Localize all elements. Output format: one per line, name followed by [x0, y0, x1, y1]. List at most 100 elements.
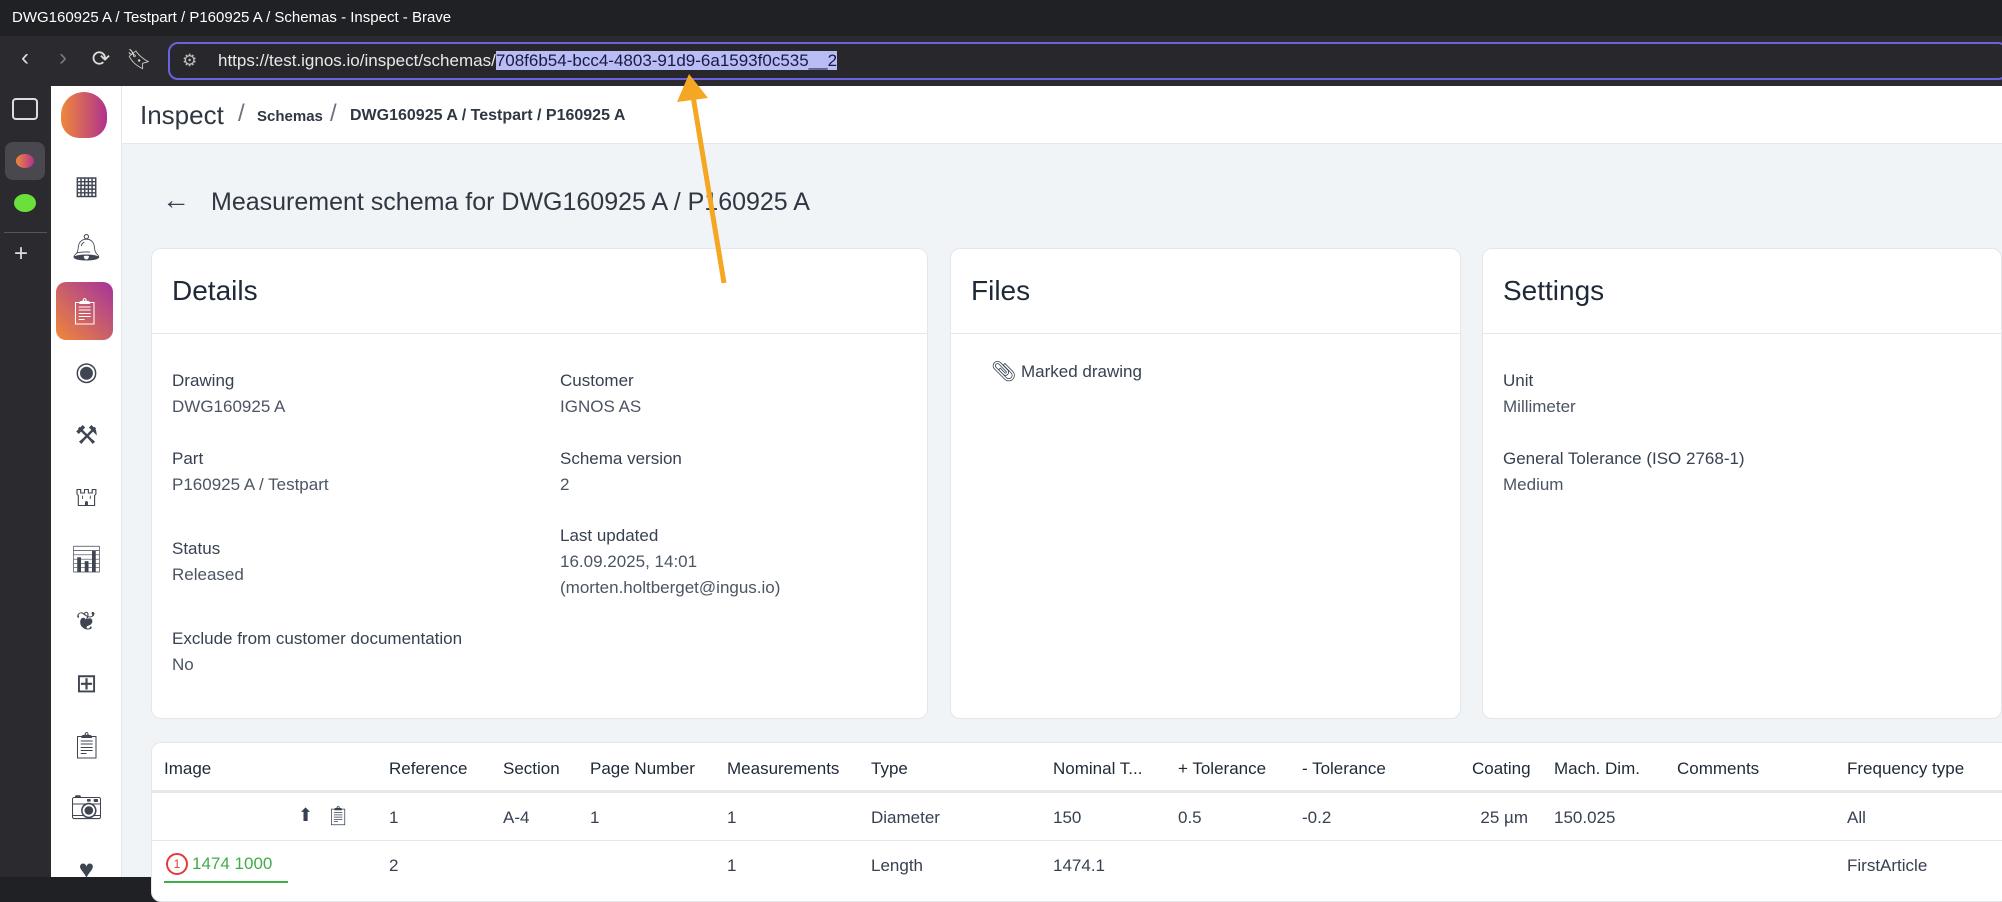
table-row[interactable]: ⬆︎ 📋︎ 1 A-4 1 1 Diameter 150 0.5 -0.2 25…: [152, 793, 2002, 841]
tab-web-icon[interactable]: [14, 194, 36, 212]
cell: 0.5: [1178, 808, 1202, 827]
field-label: Schema version: [560, 449, 682, 468]
health-icon[interactable]: ♥: [51, 854, 122, 885]
field-value: 2: [560, 475, 570, 494]
image-thumbnail[interactable]: 1474 1000: [192, 854, 272, 874]
field-value: No: [172, 655, 194, 674]
cell: Length: [871, 856, 923, 875]
col-coating[interactable]: Coating: [1472, 759, 1531, 779]
reload-icon[interactable]: ⟳: [86, 46, 116, 72]
caliper-icon[interactable]: ⚒: [51, 420, 122, 451]
add-icon[interactable]: +: [14, 240, 28, 268]
field-value: IGNOS AS: [560, 397, 642, 416]
col-page-number[interactable]: Page Number: [590, 759, 695, 779]
card-title: Files: [951, 249, 1460, 334]
attachment-icon: 📎︎: [991, 361, 1017, 383]
breadcrumb-schemas[interactable]: Schemas: [257, 108, 323, 125]
window-title: DWG160925 A / Testpart / P160925 A / Sch…: [0, 0, 2002, 36]
main-area: Inspect / Schemas / DWG160925 A / Testpa…: [122, 86, 2002, 902]
divider: [4, 232, 47, 233]
field-value: Millimeter: [1503, 397, 1576, 416]
details-card: Details Drawing DWG160925 A Customer IGN…: [151, 248, 928, 719]
col-frequency-type[interactable]: Frequency type: [1847, 759, 1964, 779]
page-title: Measurement schema for DWG160925 A / P16…: [211, 188, 810, 216]
browser-toolbar: ‹ › ⟳ 🔖︎ ⚙ https://test.ignos.io/inspect…: [0, 36, 2002, 86]
app-name[interactable]: Inspect: [140, 100, 224, 131]
clipboard-icon[interactable]: 📋︎: [326, 804, 350, 828]
field-value: Medium: [1503, 475, 1564, 494]
field-label: Exclude from customer documentation: [172, 629, 463, 648]
cell: 25 µm: [1480, 808, 1528, 827]
cell: 2: [389, 856, 399, 875]
col-type[interactable]: Type: [871, 759, 908, 779]
breadcrumb-separator: /: [330, 100, 337, 127]
cell: 1474.1: [1053, 856, 1105, 875]
url-selected: 708f6b54-bcc4-4803-91d9-6a1593f0c535__2: [495, 51, 838, 70]
col-section[interactable]: Section: [503, 759, 560, 779]
settings-card: Settings Unit Millimeter General Toleran…: [1482, 248, 2002, 719]
bell-icon[interactable]: 🔔︎: [51, 232, 122, 263]
col-comments[interactable]: Comments: [1677, 759, 1759, 779]
card-title: Settings: [1483, 249, 2001, 334]
field-label: Status: [172, 539, 221, 558]
table-header: Image Reference Section Page Number Meas…: [152, 743, 2002, 793]
add-apps-icon[interactable]: ⊞: [51, 668, 122, 699]
upload-image-icon[interactable]: ⬆︎: [298, 805, 313, 826]
ignos-logo: [61, 92, 107, 138]
site-settings-icon[interactable]: ⚙: [182, 44, 197, 78]
field-value: (morten.holtberget@ingus.io): [560, 578, 781, 597]
col-reference[interactable]: Reference: [389, 759, 467, 779]
camera-icon[interactable]: 📷︎: [51, 792, 122, 823]
cell: -0.2: [1302, 808, 1332, 827]
table-row[interactable]: 1 1474 1000 2 1 Length 1474.1 FirstArtic…: [152, 841, 2002, 889]
field-value: DWG160925 A: [172, 397, 286, 416]
cell: 1: [590, 808, 600, 827]
col-mach-dim[interactable]: Mach. Dim.: [1554, 759, 1640, 779]
cell: Diameter: [871, 808, 940, 827]
tab-ignos[interactable]: [5, 142, 45, 180]
field-value: Released: [172, 565, 244, 584]
field-label: Drawing: [172, 371, 235, 390]
col-nominal[interactable]: Nominal T...: [1053, 759, 1142, 779]
browser-sidebar: +: [0, 86, 51, 877]
file-link[interactable]: Marked drawing: [1021, 362, 1142, 382]
col-image[interactable]: Image: [164, 759, 211, 779]
sprout-icon[interactable]: ❦: [51, 606, 122, 637]
resources-icon[interactable]: ◉: [51, 356, 122, 387]
app-sidebar: ▦ 🔔︎ 📋︎ ◉ ⚒ ⛫ 📊︎ ❦ ⊞ 📋︎ 📷︎ ♥: [51, 86, 122, 884]
measurements-table: Image Reference Section Page Number Meas…: [151, 742, 2002, 902]
chart-icon[interactable]: 📊︎: [51, 544, 122, 575]
col-measurements[interactable]: Measurements: [727, 759, 839, 779]
sidebar-toggle-icon[interactable]: [12, 98, 38, 120]
cell: FirstArticle: [1847, 856, 1928, 875]
app-header: Inspect / Schemas / DWG160925 A / Testpa…: [122, 86, 2002, 144]
forward-icon[interactable]: ›: [48, 44, 78, 72]
back-icon[interactable]: ‹: [10, 44, 40, 72]
back-arrow-icon[interactable]: ←: [162, 184, 190, 216]
field-label: Unit: [1503, 371, 1534, 390]
cell: 1: [389, 808, 399, 827]
url-bar[interactable]: ⚙ https://test.ignos.io/inspect/schemas/…: [168, 42, 2002, 80]
cell: 150.025: [1554, 808, 1616, 827]
bookmark-icon[interactable]: 🔖︎: [124, 47, 154, 72]
col-plus-tolerance[interactable]: + Tolerance: [1178, 759, 1266, 779]
breadcrumb-current: DWG160925 A / Testpart / P160925 A: [350, 107, 626, 124]
breadcrumb-separator: /: [238, 100, 245, 127]
cell: A-4: [503, 808, 530, 827]
inspect-nav-active[interactable]: 📋︎: [56, 282, 113, 340]
cell: 1: [727, 808, 737, 827]
col-minus-tolerance[interactable]: - Tolerance: [1302, 759, 1386, 779]
cell: 150: [1053, 808, 1082, 827]
production-icon[interactable]: ⛫: [51, 482, 122, 517]
field-label: Part: [172, 449, 204, 468]
field-label: Customer: [560, 371, 634, 390]
url-prefix: https://test.ignos.io/inspect/schemas/: [218, 51, 496, 70]
field-value: P160925 A / Testpart: [172, 475, 329, 494]
field-value: 16.09.2025, 14:01: [560, 552, 698, 571]
field-label: Last updated: [560, 526, 659, 545]
checklist-icon[interactable]: 📋︎: [51, 730, 122, 761]
dashboard-icon[interactable]: ▦: [51, 170, 122, 201]
files-card: Files 📎︎ Marked drawing: [950, 248, 1461, 719]
field-label: General Tolerance (ISO 2768-1): [1503, 449, 1745, 468]
thumbnail-underline: [164, 881, 288, 883]
